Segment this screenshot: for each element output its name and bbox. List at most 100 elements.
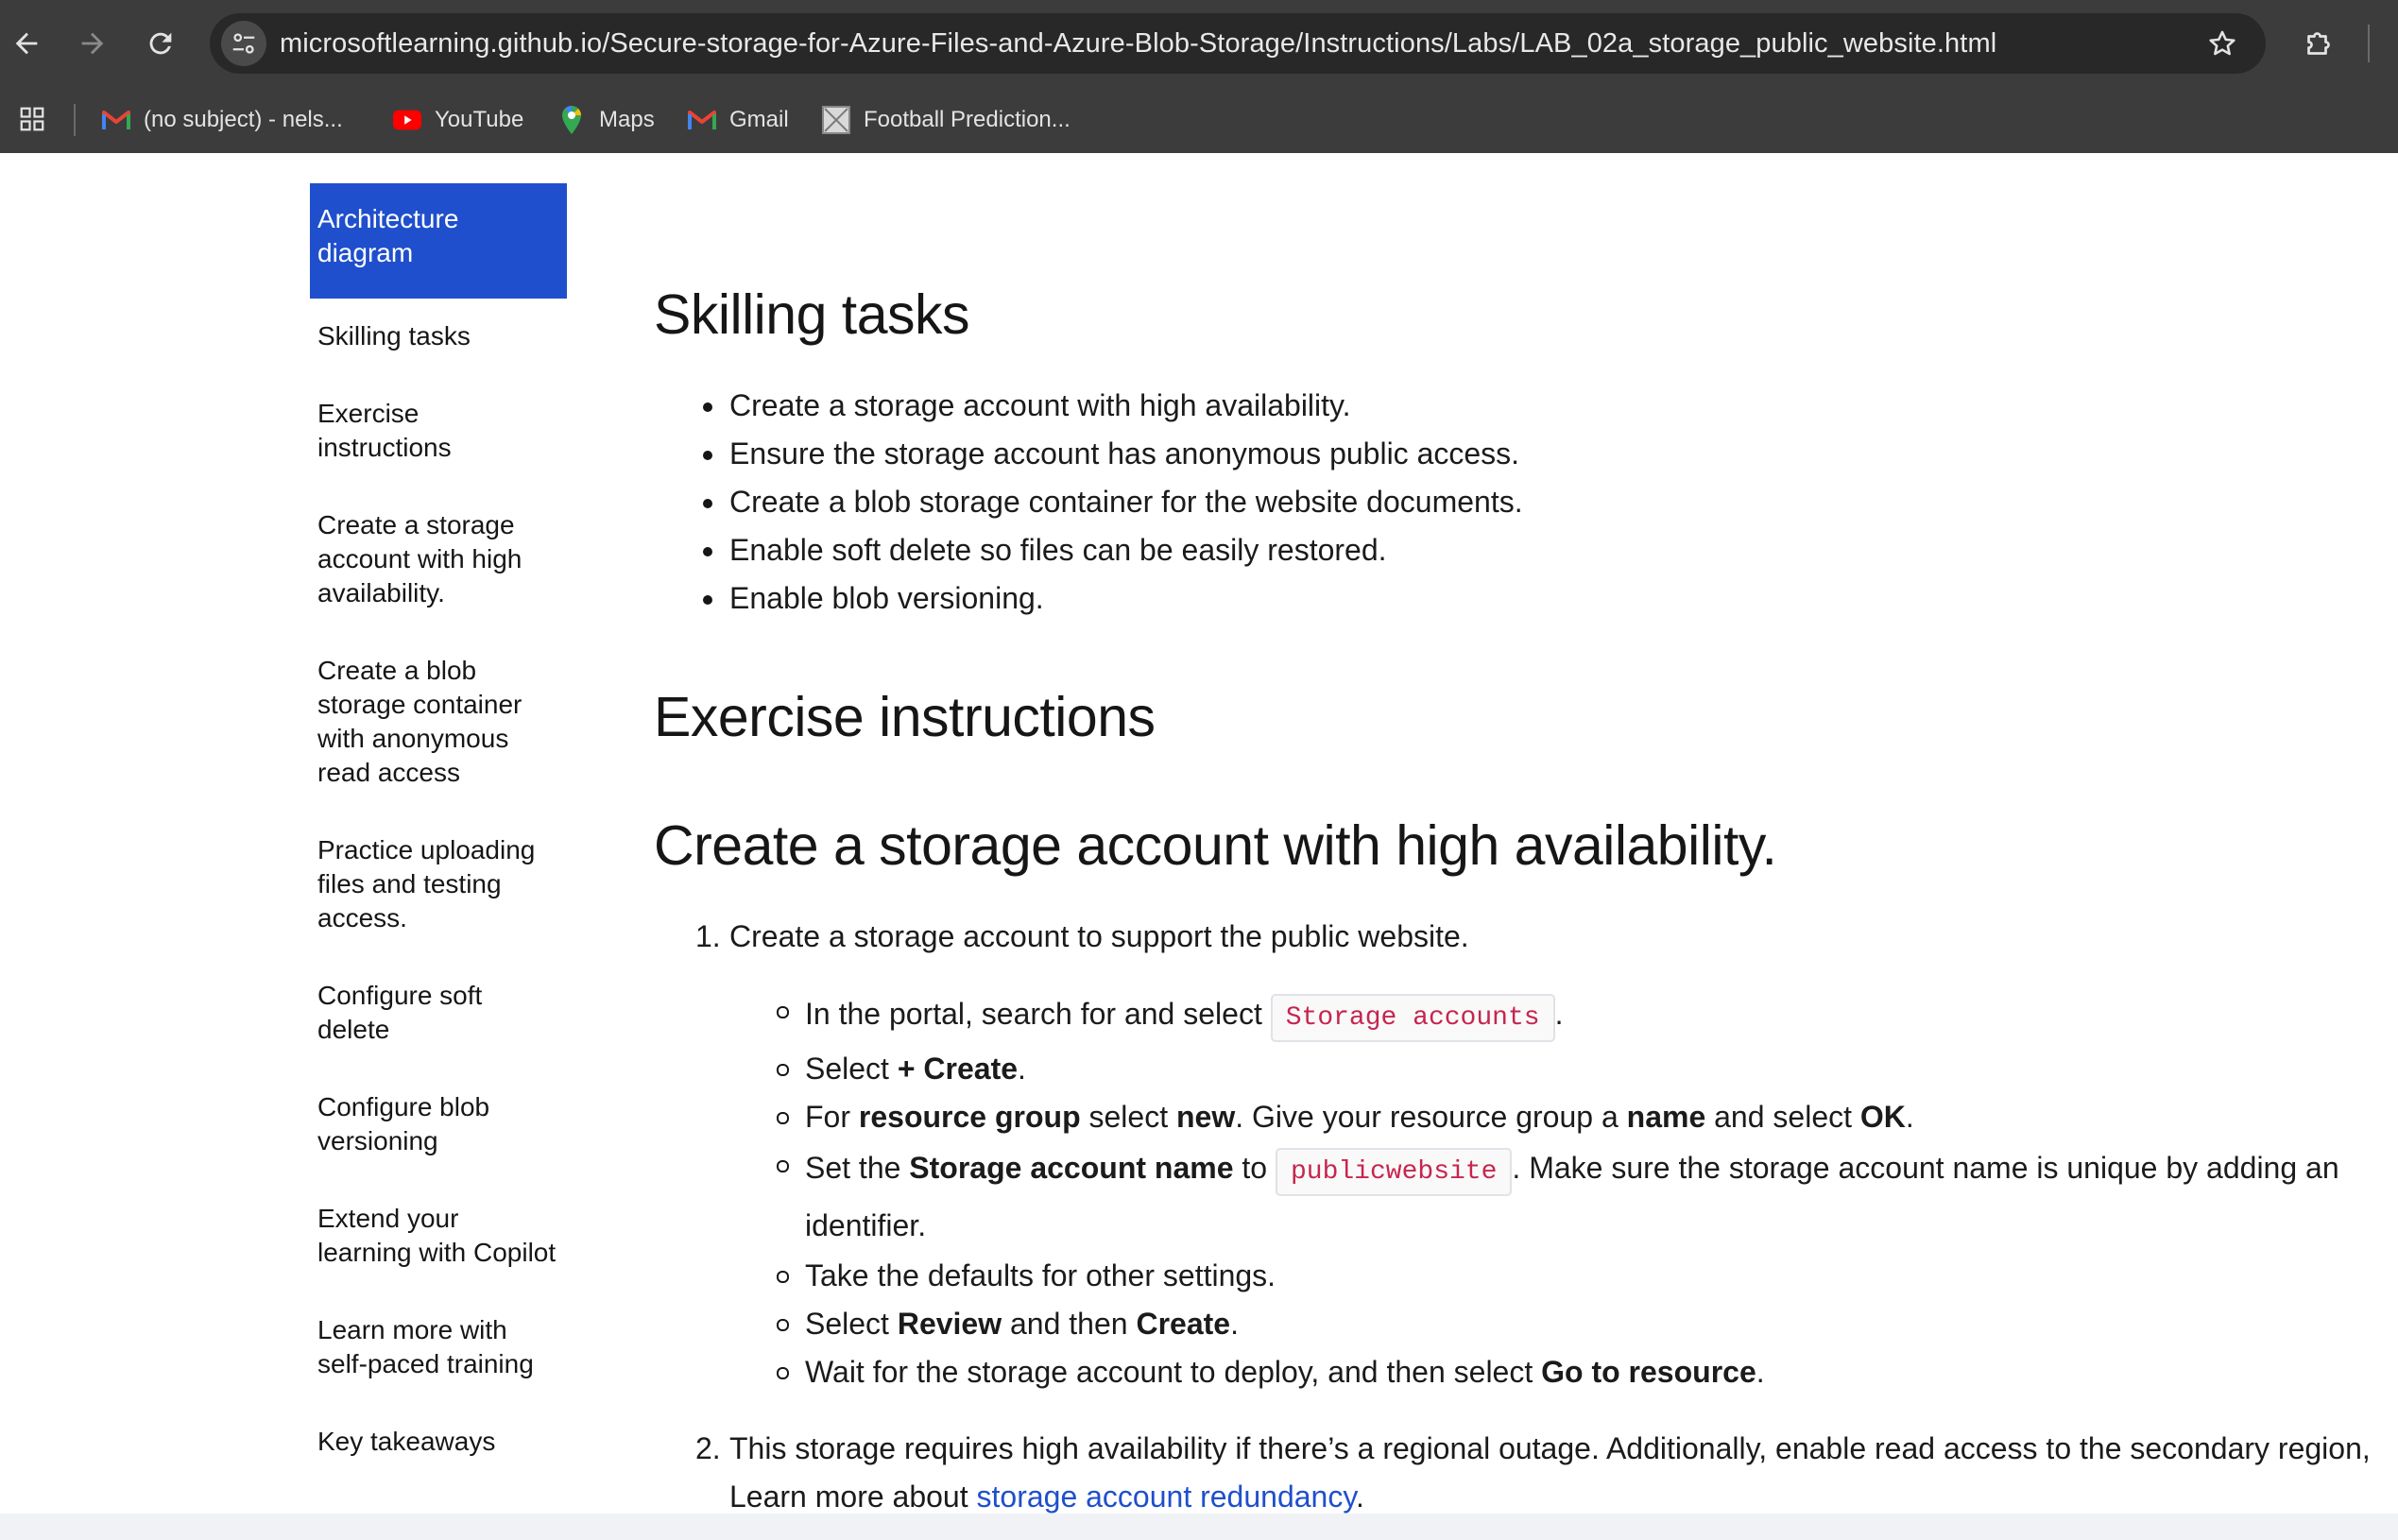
site-info-button[interactable] — [221, 21, 266, 66]
sidebar-item-skilling-tasks[interactable]: Skilling tasks — [310, 316, 567, 357]
sidebar-item-label: Exercise instructions — [317, 399, 452, 462]
tune-icon — [232, 33, 255, 54]
sidebar-item-key-takeaways[interactable]: Key takeaways — [310, 1421, 567, 1463]
bold-text: Go to resource — [1541, 1355, 1756, 1389]
list-item: Ensure the storage account has anonymous… — [654, 430, 1523, 478]
reload-button[interactable] — [136, 19, 185, 68]
apps-grid-icon — [20, 107, 44, 131]
extensions-button[interactable] — [2296, 21, 2341, 66]
back-button[interactable] — [2, 19, 51, 68]
exercise-instructions-heading: Exercise instructions — [654, 686, 1156, 748]
substep-text: Select — [805, 1307, 898, 1341]
sidebar-item-create-storage-account[interactable]: Create a storage account with high avail… — [310, 505, 567, 614]
substep-text: . — [1230, 1307, 1239, 1341]
sidebar-item-create-blob-container[interactable]: Create a blob storage container with ano… — [310, 650, 567, 794]
forward-button[interactable] — [68, 19, 117, 68]
bookmark-gmail-subject[interactable]: (no subject) - nels... — [102, 96, 343, 144]
page-bottom-strip — [0, 1514, 2398, 1540]
sidebar-item-label: Architecture diagram — [317, 204, 459, 267]
sidebar-item-label: Practice uploading files and testing acc… — [317, 835, 536, 933]
page-body: Architecture diagram Skilling tasks Exer… — [0, 153, 2398, 1514]
substep-text: For — [805, 1100, 859, 1134]
substep-text: . — [1018, 1052, 1026, 1086]
bookmark-youtube[interactable]: YouTube — [393, 96, 523, 144]
gmail-icon — [102, 106, 130, 134]
bold-text: + Create — [897, 1052, 1019, 1086]
step-substeps: In the portal, search for and select Sto… — [729, 987, 2392, 1396]
substep-item: Take the defaults for other settings. — [729, 1252, 2392, 1300]
bold-text: Storage account name — [909, 1151, 1234, 1185]
star-icon — [2209, 30, 2235, 56]
sidebar-item-label: Configure soft delete — [317, 981, 483, 1044]
step-text: Create a storage account to support the … — [729, 919, 1469, 953]
forward-arrow-icon — [81, 32, 104, 55]
storage-account-redundancy-link[interactable]: storage account redundancy — [977, 1480, 1356, 1514]
bookmark-maps[interactable]: Maps — [557, 96, 655, 144]
substep-text: In the portal, search for and select — [805, 997, 1271, 1031]
instruction-steps: 1. Create a storage account to support t… — [654, 913, 2392, 1521]
substep-text: Take the defaults for other settings. — [805, 1258, 1276, 1292]
substep-text: and then — [1002, 1307, 1137, 1341]
step-number: 2. — [695, 1431, 721, 1465]
list-item: Create a blob storage container for the … — [654, 478, 1523, 526]
sidebar-item-label: Create a storage account with high avail… — [317, 510, 522, 607]
address-bar[interactable]: microsoftlearning.github.io/Secure-stora… — [210, 13, 2266, 74]
sidebar-item-architecture-diagram[interactable]: Architecture diagram — [310, 183, 567, 299]
url-text[interactable]: microsoftlearning.github.io/Secure-stora… — [280, 13, 1996, 74]
bold-text: name — [1626, 1100, 1706, 1134]
substep-text: and select — [1705, 1100, 1860, 1134]
step-text: This storage requires high availability … — [729, 1431, 2371, 1514]
sidebar-item-configure-soft-delete[interactable]: Configure soft delete — [310, 975, 567, 1051]
substep-item: Select + Create. — [729, 1045, 2392, 1093]
bookmark-gmail[interactable]: Gmail — [688, 96, 789, 144]
youtube-icon — [393, 106, 421, 134]
substep-item: Select Review and then Create. — [729, 1300, 2392, 1348]
sidebar-item-exercise-instructions[interactable]: Exercise instructions — [310, 393, 567, 469]
substep-text: . Give your resource group a — [1235, 1100, 1627, 1134]
maps-icon — [557, 106, 586, 134]
sidebar-item-configure-blob-versioning[interactable]: Configure blob versioning — [310, 1087, 567, 1162]
sidebar-nav: Architecture diagram Skilling tasks Exer… — [310, 183, 567, 1463]
substep-text: . — [1905, 1100, 1914, 1134]
substep-text: select — [1080, 1100, 1176, 1134]
bookmark-label: Football Prediction... — [864, 107, 1071, 132]
skilling-tasks-list: Create a storage account with high avail… — [654, 382, 1523, 623]
sidebar-item-self-paced-training[interactable]: Learn more with self-paced training — [310, 1309, 567, 1385]
browser-chrome: microsoftlearning.github.io/Secure-stora… — [0, 0, 2398, 153]
puzzle-icon — [2307, 32, 2330, 55]
apps-button[interactable] — [15, 102, 49, 136]
bookmarks-separator — [74, 104, 76, 136]
back-arrow-icon — [15, 32, 38, 55]
substep-text: . — [1756, 1355, 1765, 1389]
bookmark-label: (no subject) - nels... — [144, 107, 343, 132]
gmail-icon — [688, 106, 716, 134]
bold-text: new — [1175, 1100, 1236, 1134]
sidebar-item-label: Skilling tasks — [317, 321, 471, 351]
list-item: Enable soft delete so files can be easil… — [654, 526, 1523, 574]
list-item: Enable blob versioning. — [654, 574, 1523, 623]
browser-toolbar: microsoftlearning.github.io/Secure-stora… — [0, 0, 2398, 87]
bookmark-label: Maps — [599, 107, 655, 132]
sidebar-item-extend-learning-copilot[interactable]: Extend your learning with Copilot — [310, 1198, 567, 1274]
code-publicwebsite[interactable]: publicwebsite — [1275, 1148, 1513, 1196]
sidebar-item-label: Key takeaways — [317, 1427, 496, 1456]
skilling-tasks-heading: Skilling tasks — [654, 283, 970, 346]
step-item: 1. Create a storage account to support t… — [654, 913, 2392, 1396]
code-storage-accounts[interactable]: Storage accounts — [1270, 994, 1555, 1042]
substep-item: In the portal, search for and select Sto… — [729, 987, 2392, 1045]
sidebar-item-practice-uploading[interactable]: Practice uploading files and testing acc… — [310, 830, 567, 939]
bookmarks-bar: (no subject) - nels... YouTube Maps Gmai… — [0, 87, 2398, 153]
bookmark-football-prediction[interactable]: Football Prediction... — [822, 96, 1071, 144]
bold-text: resource group — [858, 1100, 1081, 1134]
substep-text: to — [1233, 1151, 1276, 1185]
football-prediction-icon — [822, 106, 850, 134]
bookmark-star-button[interactable] — [2201, 23, 2243, 64]
step-number: 1. — [695, 919, 721, 953]
substep-text: Wait for the storage account to deploy, … — [805, 1355, 1542, 1389]
bold-text: Review — [897, 1307, 1002, 1341]
sidebar-item-label: Extend your learning with Copilot — [317, 1204, 557, 1267]
step-text: . — [1355, 1480, 1364, 1514]
substep-item: Set the Storage account name to publicwe… — [729, 1141, 2392, 1252]
bookmark-label: YouTube — [435, 107, 524, 132]
substep-text: Select — [805, 1052, 898, 1086]
